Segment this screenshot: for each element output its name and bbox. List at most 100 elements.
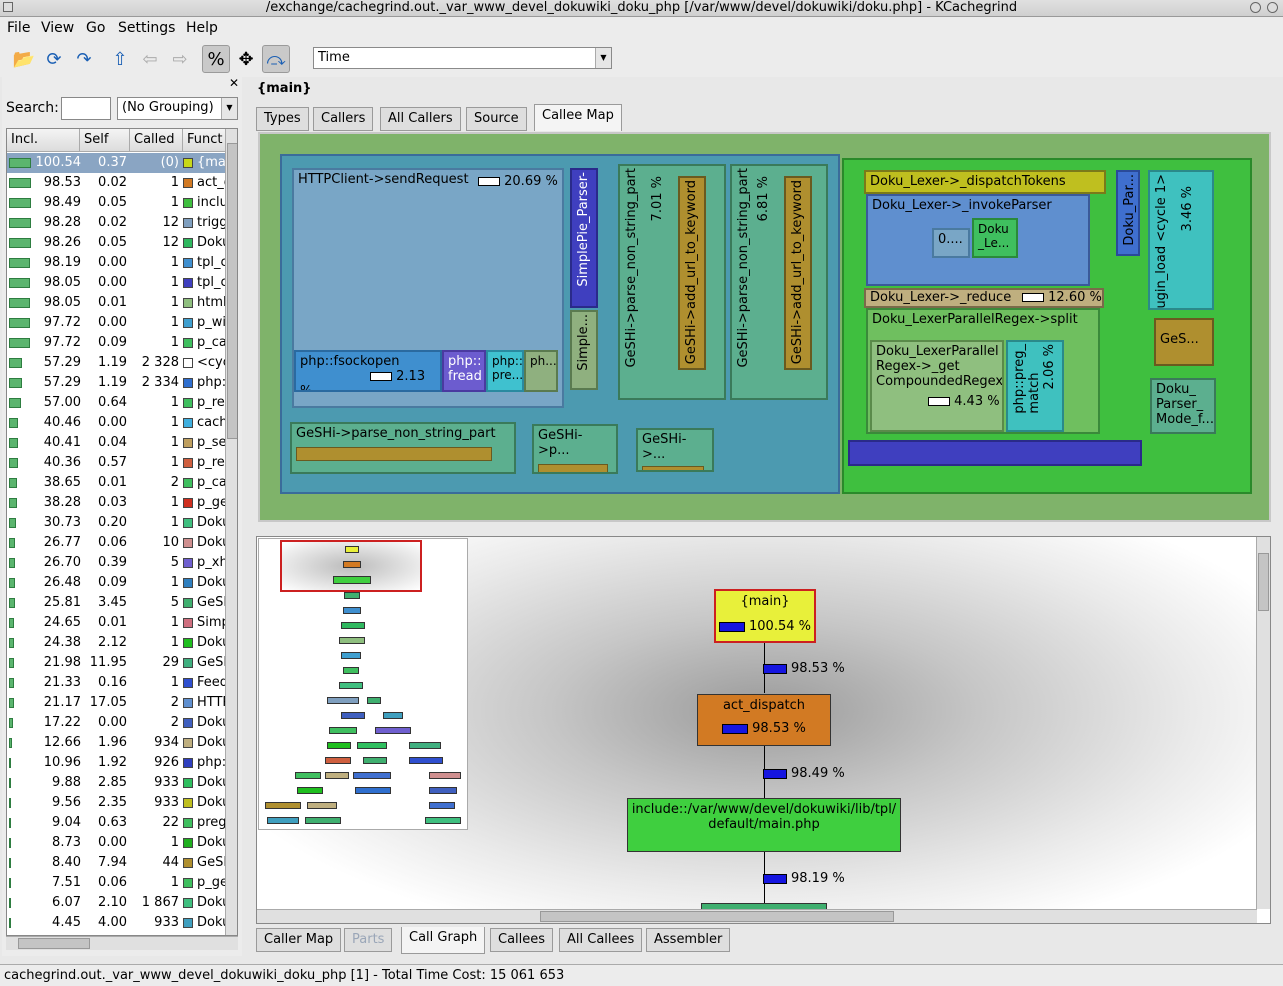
table-row[interactable]: 4.45 4.00 933 Doku [7, 913, 230, 933]
treemap-geshi-3[interactable]: GeSHi->... [636, 428, 714, 472]
function-list-hscrollbar[interactable] [6, 936, 238, 950]
treemap-simplepie-parser[interactable]: SimplePie_Parser- [570, 168, 598, 308]
call-graph-overview[interactable] [258, 538, 468, 830]
table-row[interactable]: 12.66 1.96 934 Doku [7, 733, 230, 753]
tab-all-callees[interactable]: All Callees [559, 928, 643, 952]
table-row[interactable]: 30.73 0.20 1 Doku [7, 513, 230, 533]
treemap-zero[interactable]: 0.... [932, 228, 970, 258]
tab-callers[interactable]: Callers [313, 107, 374, 131]
menu-view[interactable]: View [41, 20, 74, 36]
menu-help[interactable]: Help [186, 20, 218, 36]
treemap-compounded-regex[interactable]: Doku_LexerParallel Regex->_get Compounde… [870, 340, 1004, 432]
table-row[interactable]: 98.280.0212trigger [7, 213, 233, 233]
table-row[interactable]: 26.700.395p_xhtml [7, 553, 233, 573]
cycle-detection-icon[interactable]: ⤼ [262, 45, 290, 73]
call-graph-vscrollbar[interactable] [1256, 537, 1270, 909]
scrollbar-thumb[interactable] [227, 143, 237, 439]
table-row[interactable]: 40.46 0.00 1 cache [7, 413, 233, 433]
treemap-geshi-url-1[interactable]: GeSHi->add_url_to_keyword [678, 176, 706, 370]
treemap-ph[interactable]: ph... [524, 350, 558, 392]
menu-go[interactable]: Go [86, 20, 105, 36]
table-row[interactable]: 40.360.571p_render [7, 453, 233, 473]
scrollbar-thumb[interactable] [1258, 553, 1269, 611]
treemap-blue-block[interactable] [848, 440, 1142, 466]
column-header-self[interactable]: Self [80, 129, 130, 152]
call-graph-hscrollbar[interactable] [257, 909, 1257, 923]
treemap-geshi-p[interactable]: GeSHi->p... [532, 424, 618, 474]
table-row[interactable]: 8.40 7.94 44 GeSHi [7, 853, 233, 873]
table-row[interactable]: 100.540.37(0){main} [7, 153, 233, 173]
treemap-doku-par[interactable]: Doku_Par... [1116, 170, 1140, 256]
treemap-doku-le[interactable]: Doku _Le... [972, 218, 1018, 258]
node-include-main[interactable]: include::/var/www/devel/dokuwiki/lib/tpl… [627, 798, 901, 852]
event-type-select[interactable]: Time ▼ [313, 47, 612, 69]
treemap-simple[interactable]: Simple... [570, 310, 598, 390]
tab-callee-map[interactable]: Callee Map [534, 104, 622, 131]
table-row[interactable]: 98.530.021act_dispatch [7, 173, 233, 193]
treemap-geshi-pnsp-1[interactable]: GeSHi->parse_non_string_part [618, 164, 726, 400]
redo-icon[interactable]: ↷ [70, 45, 98, 73]
table-row[interactable]: 10.96 1.92 926 php:: [7, 753, 231, 773]
table-row[interactable]: 8.73 0.00 1 Doku [7, 833, 230, 853]
close-window-icon[interactable] [1267, 2, 1278, 13]
grouping-select[interactable]: (No Grouping) ▼ [117, 97, 238, 120]
treemap-geshi-pnsp-2[interactable]: GeSHi->parse_non_string_part [730, 164, 828, 400]
close-panel-icon[interactable]: ✕ [229, 76, 239, 90]
tab-call-graph[interactable]: Call Graph [401, 927, 486, 954]
table-row[interactable]: 9.04 0.63 22 preg [7, 813, 227, 833]
table-row[interactable]: 98.26 0.05 12 Doku [7, 233, 230, 253]
table-row[interactable]: 26.48 0.09 1 Doku [7, 573, 230, 593]
tab-assembler[interactable]: Assembler [646, 928, 731, 952]
treemap-fsockopen[interactable]: php::fsockopen 2.13 % [294, 350, 442, 392]
treemap-geshi-url-2[interactable]: GeSHi->add_url_to_keyword [784, 176, 812, 370]
table-row[interactable]: 57.29 1.19 2 334 php:: [7, 373, 231, 393]
hscrollbar-thumb[interactable] [18, 938, 90, 949]
open-folder-icon[interactable]: 📂 [10, 45, 38, 73]
table-row[interactable]: 24.650.011Simple [7, 613, 233, 633]
table-row[interactable]: 9.88 2.85 933 Doku [7, 773, 230, 793]
menu-settings[interactable]: Settings [118, 20, 175, 36]
function-list-scrollbar[interactable] [225, 129, 237, 935]
table-row[interactable]: 98.190.001tpl_content [7, 253, 233, 273]
table-row[interactable]: 38.650.012p_cached [7, 473, 233, 493]
table-row[interactable]: 6.07 2.10 1 867 Doku [7, 893, 230, 913]
tab-parts[interactable]: Parts [344, 928, 393, 952]
forward-icon[interactable]: ⇨ [166, 45, 194, 73]
treemap-dispatch-tokens[interactable]: Doku_Lexer->_dispatchTokens [864, 170, 1106, 194]
table-row[interactable]: 21.17 17.05 2 HTTP [7, 693, 230, 713]
column-header-incl[interactable]: Incl. [7, 129, 80, 152]
search-input[interactable] [61, 97, 111, 120]
callee-map[interactable]: HTTPClient->sendRequest 20.69 % php::fso… [258, 132, 1271, 522]
table-row[interactable]: 21.33 0.16 1 Feed [7, 673, 228, 693]
table-row[interactable]: 97.720.001p_wiki [7, 313, 233, 333]
column-header-function[interactable]: Funct [183, 129, 227, 152]
treemap-ges[interactable]: GeS... [1154, 318, 1214, 366]
table-row[interactable]: 26.77 0.06 10 Doku [7, 533, 230, 553]
node-main[interactable]: {main} 100.54 % [714, 589, 816, 643]
table-row[interactable]: 98.490.051include:: [7, 193, 233, 213]
table-row[interactable]: 57.000.641p_render [7, 393, 233, 413]
tab-source[interactable]: Source [466, 107, 527, 131]
table-row[interactable]: 98.050.001tpl_content_core [7, 273, 233, 293]
treemap-pre[interactable]: php:: pre... [486, 350, 524, 392]
reload-icon[interactable]: ⟳ [40, 45, 68, 73]
node-act-dispatch[interactable]: act_dispatch 98.53 % [697, 694, 831, 746]
up-icon[interactable]: ⇧ [106, 45, 134, 73]
move-icon[interactable]: ✥ [232, 45, 260, 73]
table-row[interactable]: 21.98 11.95 29 GeSHi [7, 653, 233, 673]
table-row[interactable]: 24.38 2.12 1 Doku [7, 633, 230, 653]
treemap-parser-mode[interactable]: Doku_ Parser_ Mode_f... [1150, 378, 1216, 434]
treemap-geshi-pnsp-3[interactable]: GeSHi->parse_non_string_part [290, 422, 516, 474]
column-header-called[interactable]: Called [130, 129, 183, 152]
percent-toggle-button[interactable]: % [202, 45, 230, 73]
treemap-fread[interactable]: php:: fread [442, 350, 486, 392]
back-icon[interactable]: ⇦ [136, 45, 164, 73]
table-row[interactable]: 9.56 2.35 933 Doku [7, 793, 230, 813]
table-row[interactable]: 40.41 0.04 1 p_set [7, 433, 232, 453]
table-row[interactable]: 38.28 0.03 1 p_get [7, 493, 233, 513]
menu-file[interactable]: File [7, 20, 30, 36]
minimize-icon[interactable] [1250, 2, 1261, 13]
tab-callees[interactable]: Callees [490, 928, 554, 952]
hscrollbar-thumb[interactable] [540, 911, 894, 922]
window-menu-icon[interactable] [3, 2, 13, 12]
